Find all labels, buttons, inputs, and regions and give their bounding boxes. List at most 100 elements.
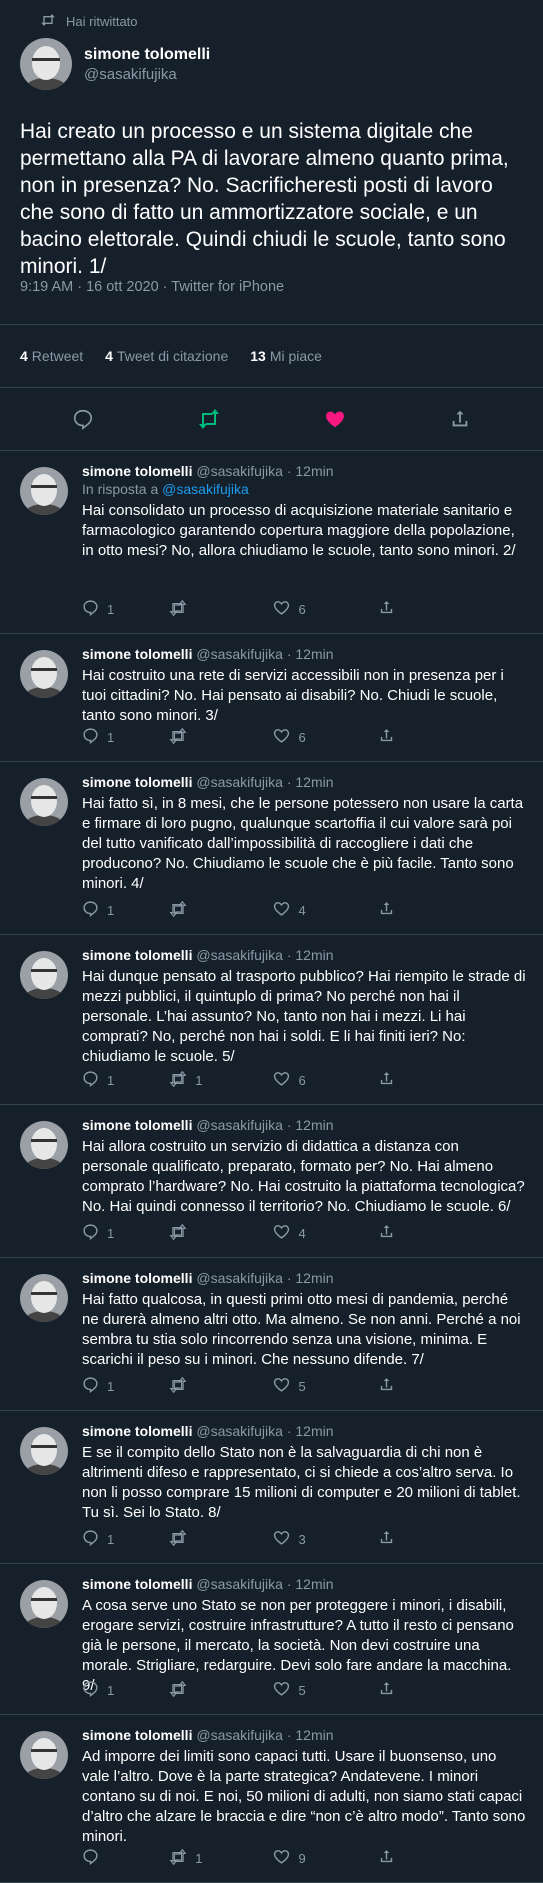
retweet-button[interactable] [169, 599, 273, 619]
author-name[interactable]: simone tolomelli [84, 46, 210, 64]
like-icon[interactable] [324, 408, 346, 430]
reply-button[interactable]: 1 [82, 1223, 169, 1243]
author-handle[interactable]: @sasakifujika [196, 1727, 283, 1743]
reply-tweet[interactable]: simone tolomelli @sasakifujika · 12min Ha… [0, 935, 543, 1105]
avatar[interactable] [20, 951, 68, 999]
avatar[interactable] [20, 1274, 68, 1322]
author-name[interactable]: simone tolomelli [82, 947, 192, 963]
reply-tweet[interactable]: simone tolomelli @sasakifujika · 12min Ha… [0, 634, 543, 762]
avatar[interactable] [20, 778, 68, 826]
author-handle[interactable]: @sasakifujika [196, 646, 283, 662]
author-handle[interactable]: @sasakifujika [196, 947, 283, 963]
avatar[interactable] [20, 1121, 68, 1169]
share-button[interactable] [378, 727, 482, 747]
reply-timestamp[interactable]: · 12min [287, 774, 334, 790]
author-name[interactable]: simone tolomelli [82, 774, 192, 790]
retweet-button[interactable] [169, 1223, 273, 1243]
reply-tweet[interactable]: simone tolomelli @sasakifujika · 12min In… [0, 451, 543, 634]
retweets-stat[interactable]: 4 Retweet [20, 348, 83, 364]
reply-timestamp[interactable]: · 12min [287, 646, 334, 662]
reply-tweet[interactable]: simone tolomelli @sasakifujika · 12min Ha… [0, 1105, 543, 1258]
reply-timestamp[interactable]: · 12min [287, 1576, 334, 1592]
reply-timestamp[interactable]: · 12min [287, 463, 334, 479]
author-handle[interactable]: @sasakifujika [84, 66, 210, 83]
like-button[interactable]: 5 [273, 1680, 377, 1700]
reply-button[interactable] [82, 1848, 169, 1868]
avatar[interactable] [20, 1580, 68, 1628]
reply-button[interactable]: 1 [82, 1529, 169, 1549]
reply-icon [82, 1223, 99, 1243]
retweet-button[interactable] [169, 1680, 273, 1700]
share-button[interactable] [378, 599, 482, 619]
author-handle[interactable]: @sasakifujika [196, 774, 283, 790]
author-name[interactable]: simone tolomelli [82, 646, 192, 662]
like-button[interactable]: 4 [273, 1223, 377, 1243]
author-name[interactable]: simone tolomelli [82, 1117, 192, 1133]
reply-tweet[interactable]: simone tolomelli @sasakifujika · 12min Ha… [0, 1258, 543, 1411]
reply-button[interactable]: 1 [82, 900, 169, 920]
retweet-icon [169, 1223, 187, 1243]
author-handle[interactable]: @sasakifujika [196, 1117, 283, 1133]
like-button[interactable]: 5 [273, 1376, 377, 1396]
reply-timestamp[interactable]: · 12min [287, 1270, 334, 1286]
retweet-button[interactable]: 1 [169, 1070, 273, 1090]
reply-tweet[interactable]: simone tolomelli @sasakifujika · 12min Ad… [0, 1715, 543, 1883]
retweet-icon [169, 1680, 187, 1700]
author-handle[interactable]: @sasakifujika [196, 1270, 283, 1286]
author-name[interactable]: simone tolomelli [82, 1423, 192, 1439]
author-name[interactable]: simone tolomelli [82, 463, 192, 479]
author-handle[interactable]: @sasakifujika [196, 463, 283, 479]
reply-button[interactable]: 1 [82, 727, 169, 747]
tweet-timestamp[interactable]: 9:19 AM · 16 ott 2020 · Twitter for iPho… [0, 274, 543, 324]
likes-stat[interactable]: 13 Mi piace [250, 348, 322, 364]
author-name[interactable]: simone tolomelli [82, 1270, 192, 1286]
reply-button[interactable]: 1 [82, 1070, 169, 1090]
like-count: 5 [298, 1682, 306, 1698]
retweet-button[interactable] [169, 1529, 273, 1549]
share-icon [378, 1680, 395, 1700]
share-button[interactable] [378, 900, 482, 920]
quotes-stat[interactable]: 4 Tweet di citazione [105, 348, 228, 364]
author-handle[interactable]: @sasakifujika [196, 1576, 283, 1592]
share-icon[interactable] [449, 408, 471, 430]
retweet-icon[interactable] [197, 408, 221, 430]
like-button[interactable]: 6 [273, 599, 377, 619]
share-button[interactable] [378, 1529, 482, 1549]
retweet-button[interactable] [169, 1376, 273, 1396]
reply-tweet[interactable]: simone tolomelli @sasakifujika · 12min E … [0, 1411, 543, 1564]
avatar[interactable] [20, 1731, 68, 1779]
retweet-button[interactable] [169, 727, 273, 747]
reply-timestamp[interactable]: · 12min [287, 947, 334, 963]
reply-button[interactable]: 1 [82, 1376, 169, 1396]
reply-icon[interactable] [72, 408, 94, 430]
author-name[interactable]: simone tolomelli [82, 1576, 192, 1592]
share-button[interactable] [378, 1070, 482, 1090]
reply-tweet[interactable]: simone tolomelli @sasakifujika · 12min A … [0, 1564, 543, 1715]
reply-timestamp[interactable]: · 12min [287, 1727, 334, 1743]
avatar[interactable] [20, 38, 72, 90]
retweet-button[interactable]: 1 [169, 1848, 273, 1868]
reply-header: simone tolomelli @sasakifujika · 12min [82, 1576, 527, 1592]
share-button[interactable] [378, 1376, 482, 1396]
reply-timestamp[interactable]: · 12min [287, 1117, 334, 1133]
like-button[interactable]: 6 [273, 727, 377, 747]
reply-count: 1 [107, 1378, 115, 1394]
like-button[interactable]: 4 [273, 900, 377, 920]
author-name[interactable]: simone tolomelli [82, 1727, 192, 1743]
avatar[interactable] [20, 467, 68, 515]
reply-button[interactable]: 1 [82, 1680, 169, 1700]
reply-timestamp[interactable]: · 12min [287, 1423, 334, 1439]
reply-button[interactable]: 1 [82, 599, 169, 619]
like-button[interactable]: 6 [273, 1070, 377, 1090]
reply-tweet[interactable]: simone tolomelli @sasakifujika · 12min Ha… [0, 762, 543, 935]
share-button[interactable] [378, 1223, 482, 1243]
like-button[interactable]: 3 [273, 1529, 377, 1549]
retweet-button[interactable] [169, 900, 273, 920]
author-handle[interactable]: @sasakifujika [196, 1423, 283, 1439]
avatar[interactable] [20, 1427, 68, 1475]
reply-to-handle-link[interactable]: @sasakifujika [162, 481, 249, 497]
share-button[interactable] [378, 1848, 482, 1868]
avatar[interactable] [20, 650, 68, 698]
like-button[interactable]: 9 [273, 1848, 377, 1868]
share-button[interactable] [378, 1680, 482, 1700]
